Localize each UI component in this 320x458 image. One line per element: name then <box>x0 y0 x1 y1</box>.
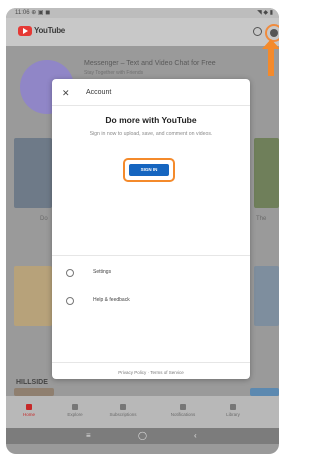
footer-divider <box>52 362 250 363</box>
avatar <box>270 29 278 37</box>
ad-title: Messenger – Text and Video Chat for Free <box>84 60 216 67</box>
pointer-arrow <box>262 39 279 76</box>
search-icon[interactable] <box>253 27 262 36</box>
menu-divider <box>52 255 250 256</box>
help-icon <box>66 297 74 305</box>
nav-home[interactable]: Home <box>14 404 44 417</box>
menu-item-help-label: Help & feedback <box>93 297 130 303</box>
nav-library[interactable]: Library <box>218 404 248 417</box>
youtube-logo-icon[interactable] <box>18 26 32 36</box>
dialog-title: Account <box>86 89 112 96</box>
explore-icon <box>72 404 78 410</box>
video-thumbnail[interactable] <box>250 388 279 396</box>
brand-wordmark: YouTube <box>34 26 65 35</box>
home-icon <box>26 404 32 410</box>
nav-explore-label: Explore <box>67 412 83 417</box>
video-thumbnail[interactable] <box>254 266 279 326</box>
app-bar: YouTube <box>6 18 279 46</box>
library-icon <box>230 404 236 410</box>
video-title-left: Do <box>40 216 48 222</box>
bottom-navigation: Home Explore Subscriptions Notifications… <box>6 396 279 428</box>
nav-home-label: Home <box>22 412 35 417</box>
video-thumbnail[interactable] <box>14 388 54 396</box>
section-label: HILLSIDE <box>16 379 48 386</box>
ad-subtitle: Stay Together with Friends <box>84 70 144 76</box>
gear-icon <box>66 269 74 277</box>
recent-apps-button[interactable]: ≡ <box>86 431 91 440</box>
video-title-right: The <box>256 216 267 222</box>
status-bar: 11:06 ⊕ ▣ ◼ ◥ ◆ ▮ <box>6 8 279 18</box>
nav-subscriptions[interactable]: Subscriptions <box>108 404 138 417</box>
nav-notifications[interactable]: Notifications <box>168 404 198 417</box>
signin-highlight: SIGN IN <box>123 158 175 182</box>
footer-links[interactable]: Privacy Policy · Terms of Service <box>52 370 250 375</box>
nav-library-label: Library <box>226 412 240 417</box>
home-button[interactable]: ◯ <box>138 431 147 440</box>
status-time: 11:06 ⊕ ▣ ◼ <box>15 10 51 16</box>
subscriptions-icon <box>120 404 126 410</box>
promo-body: Sign in now to upload, save, and comment… <box>89 131 213 137</box>
menu-item-help[interactable]: Help & feedback <box>66 295 236 309</box>
header-divider <box>52 105 250 106</box>
bell-icon <box>180 404 186 410</box>
status-icons: ◥ ◆ ▮ <box>257 10 273 16</box>
video-thumbnail[interactable] <box>254 138 279 208</box>
sign-in-button[interactable]: SIGN IN <box>129 164 169 176</box>
video-thumbnail[interactable] <box>14 138 52 208</box>
promo-title: Do more with YouTube <box>105 115 197 125</box>
back-button[interactable]: ‹ <box>194 431 197 440</box>
account-dialog: ✕ Account Do more with YouTube Sign in n… <box>52 79 250 379</box>
close-icon[interactable]: ✕ <box>62 88 70 99</box>
nav-explore[interactable]: Explore <box>60 404 90 417</box>
menu-item-settings[interactable]: Settings <box>66 267 236 281</box>
video-thumbnail[interactable] <box>14 266 52 326</box>
nav-subscriptions-label: Subscriptions <box>109 412 137 417</box>
menu-item-settings-label: Settings <box>93 269 112 275</box>
nav-notifications-label: Notifications <box>170 412 196 417</box>
